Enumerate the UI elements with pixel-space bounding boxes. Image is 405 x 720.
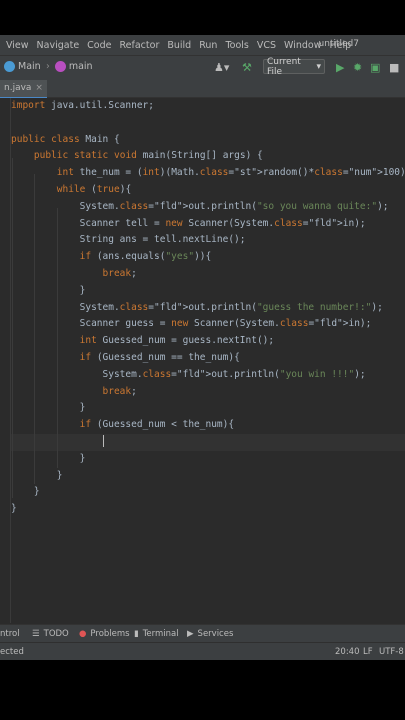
run-config-label: Current File bbox=[267, 56, 301, 77]
code-line[interactable]: int the_num = (int)(Math.class="st">rand… bbox=[11, 165, 405, 182]
menu-code[interactable]: Code bbox=[83, 40, 115, 51]
user-icon[interactable]: ♟▾ bbox=[214, 61, 229, 75]
status-bar: ected 20:40 LF UTF-8 bbox=[0, 642, 405, 660]
tab-main-java[interactable]: n.java × bbox=[0, 80, 47, 99]
tool-window-bar: ntrol ☰ TODO ● Problems ▮ Terminal ▶ Ser… bbox=[0, 624, 405, 643]
tab-label: n.java bbox=[4, 83, 32, 93]
code-line[interactable]: System.class="fld">out.println("you win … bbox=[11, 367, 405, 384]
ide-window: View Navigate Code Refactor Build Run To… bbox=[0, 35, 405, 660]
tool-label: ntrol bbox=[0, 629, 20, 639]
code-line[interactable] bbox=[11, 434, 405, 451]
code-line[interactable] bbox=[11, 115, 405, 132]
coverage-icon[interactable]: ▣ bbox=[370, 61, 380, 75]
class-icon bbox=[4, 61, 15, 72]
code-editor[interactable]: import java.util.Scanner; public class Ma… bbox=[0, 98, 405, 623]
menu-view[interactable]: View bbox=[2, 40, 33, 51]
tool-services[interactable]: ▶ Services bbox=[187, 629, 233, 639]
menu-run[interactable]: Run bbox=[195, 40, 221, 51]
code-line[interactable]: int Guessed_num = guess.nextInt(); bbox=[11, 333, 405, 350]
breadcrumb-separator-icon: › bbox=[46, 61, 50, 72]
status-message: ected bbox=[0, 647, 24, 657]
caret-position[interactable]: 20:40 bbox=[335, 647, 360, 657]
window-title: untitled7 bbox=[318, 39, 359, 49]
error-icon: ● bbox=[79, 629, 87, 639]
code-line[interactable]: } bbox=[11, 451, 405, 468]
tool-version-control[interactable]: ntrol bbox=[0, 629, 20, 639]
code-line[interactable]: } bbox=[11, 484, 405, 501]
list-icon: ☰ bbox=[32, 629, 40, 639]
tool-label: Terminal bbox=[142, 629, 179, 639]
navigation-bar: Main › main ♟▾ ⚒ Current File ▾ ▶ ✹ ▣ ■ bbox=[0, 55, 405, 81]
code-line[interactable]: String ans = tell.nextLine(); bbox=[11, 232, 405, 249]
breadcrumb-label: Main bbox=[18, 61, 41, 72]
method-icon bbox=[54, 61, 66, 72]
menu-vcs[interactable]: VCS bbox=[253, 40, 280, 51]
services-icon: ▶ bbox=[187, 629, 194, 639]
tool-label: Services bbox=[197, 629, 234, 639]
debug-icon[interactable]: ✹ bbox=[353, 61, 362, 75]
code-line[interactable]: if (Guessed_num == the_num){ bbox=[11, 350, 405, 367]
chevron-down-icon: ▾ bbox=[316, 61, 321, 72]
code-line[interactable]: Scanner guess = new Scanner(System.class… bbox=[11, 316, 405, 333]
terminal-icon: ▮ bbox=[134, 629, 139, 639]
stop-icon[interactable]: ■ bbox=[389, 61, 399, 75]
code-text[interactable]: import java.util.Scanner; public class Ma… bbox=[11, 98, 405, 518]
code-line[interactable]: if (Guessed_num < the_num){ bbox=[11, 417, 405, 434]
menu-bar: View Navigate Code Refactor Build Run To… bbox=[0, 35, 405, 55]
code-line[interactable]: } bbox=[11, 283, 405, 300]
breadcrumb-main-method[interactable]: › main bbox=[46, 61, 93, 72]
code-line[interactable]: } bbox=[11, 400, 405, 417]
code-line[interactable]: } bbox=[11, 468, 405, 485]
code-line[interactable]: import java.util.Scanner; bbox=[11, 98, 405, 115]
breadcrumb-label: main bbox=[68, 61, 93, 72]
file-encoding[interactable]: UTF-8 bbox=[379, 647, 404, 657]
code-line[interactable]: break; bbox=[11, 384, 405, 401]
breadcrumb-main-class[interactable]: Main bbox=[4, 61, 41, 72]
menu-tools[interactable]: Tools bbox=[221, 40, 252, 51]
editor-gutter[interactable] bbox=[0, 98, 11, 623]
code-line[interactable]: public class Main { bbox=[11, 132, 405, 149]
tool-terminal[interactable]: ▮ Terminal bbox=[134, 629, 179, 639]
close-icon[interactable]: × bbox=[35, 83, 43, 93]
code-line[interactable]: while (true){ bbox=[11, 182, 405, 199]
tool-label: Problems bbox=[90, 629, 130, 639]
text-caret bbox=[102, 435, 104, 448]
tool-problems[interactable]: ● Problems bbox=[79, 629, 130, 639]
code-line[interactable]: if (ans.equals("yes")){ bbox=[11, 249, 405, 266]
code-line[interactable]: break; bbox=[11, 266, 405, 283]
menu-navigate[interactable]: Navigate bbox=[33, 40, 84, 51]
run-config-select[interactable]: Current File ▾ bbox=[263, 56, 325, 77]
tool-label: TODO bbox=[43, 629, 69, 639]
tool-todo[interactable]: ☰ TODO bbox=[32, 629, 69, 639]
code-line[interactable]: public static void main(String[] args) { bbox=[11, 148, 405, 165]
editor-tab-bar: n.java × bbox=[0, 80, 405, 99]
code-line[interactable]: System.class="fld">out.println("guess th… bbox=[11, 300, 405, 317]
code-line[interactable]: System.class="fld">out.println("so you w… bbox=[11, 199, 405, 216]
build-hammer-icon[interactable]: ⚒ bbox=[242, 61, 252, 75]
run-icon[interactable]: ▶ bbox=[336, 61, 344, 75]
menu-refactor[interactable]: Refactor bbox=[116, 40, 164, 51]
code-line[interactable]: Scanner tell = new Scanner(System.class=… bbox=[11, 216, 405, 233]
menu-build[interactable]: Build bbox=[163, 40, 195, 51]
code-line[interactable]: } bbox=[11, 501, 405, 518]
line-separator[interactable]: LF bbox=[363, 647, 373, 657]
